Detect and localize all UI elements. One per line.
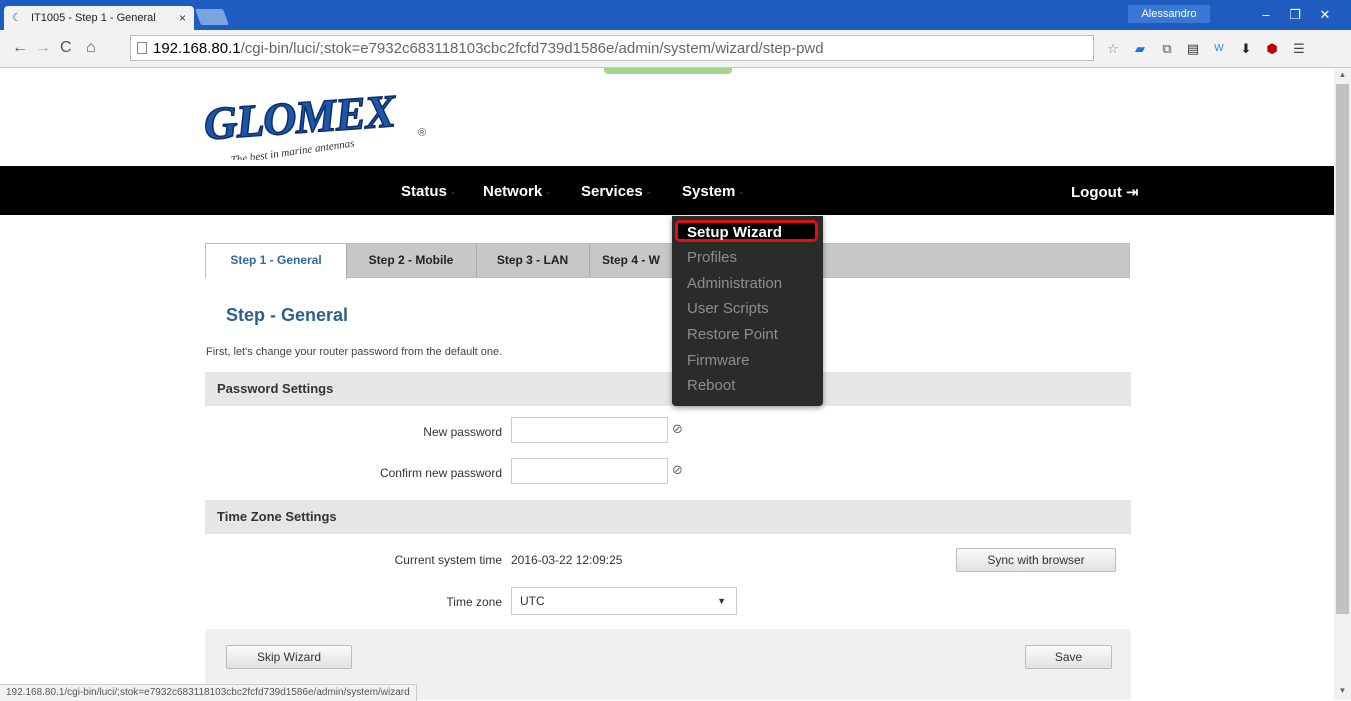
nav-network[interactable]: Network - (483, 183, 550, 200)
menu-item-administration[interactable]: Administration (687, 275, 782, 292)
download-icon[interactable]: ⬇ (1237, 40, 1255, 58)
extension-icon[interactable]: ▤ (1184, 40, 1202, 58)
timezone-select[interactable]: UTC ▼ (511, 587, 737, 615)
current-time-label: Current system time (394, 553, 502, 567)
logout-link[interactable]: Logout ⇥ (1071, 183, 1139, 201)
minimize-icon[interactable]: – (1251, 6, 1281, 24)
restore-icon[interactable]: ❐ (1280, 6, 1310, 24)
home-icon[interactable]: ⌂ (86, 39, 96, 57)
new-password-field[interactable] (511, 417, 668, 443)
forward-icon[interactable]: → (35, 39, 51, 57)
page-title: Step - General (226, 305, 349, 325)
confirm-password-field[interactable] (511, 458, 668, 484)
tab-step-1[interactable]: Step 1 - General (206, 244, 347, 279)
system-dropdown-menu: Setup Wizard Profiles Administration Use… (672, 216, 823, 406)
svg-text:®: ® (418, 127, 426, 139)
menu-item-user-scripts[interactable]: User Scripts (687, 300, 769, 317)
scroll-down-icon[interactable]: ▼ (1334, 686, 1351, 695)
page-scrollbar[interactable]: ▲ ▼ (1334, 68, 1351, 700)
reload-icon[interactable]: C (60, 39, 72, 57)
tab-close-icon[interactable]: × (179, 11, 186, 25)
tab-step-3[interactable]: Step 3 - LAN (476, 244, 590, 277)
tab-step-4[interactable]: Step 4 - W (589, 244, 673, 277)
timezone-section-header: Time Zone Settings (205, 500, 1131, 534)
password-section-header: Password Settings (205, 372, 1131, 406)
current-time-value: 2016-03-22 12:09:25 (511, 553, 623, 567)
sync-with-browser-button[interactable]: Sync with browser (956, 548, 1116, 572)
tab-step-2[interactable]: Step 2 - Mobile (346, 244, 477, 277)
address-bar[interactable]: 192.168.80.1 /cgi-bin/luci/;stok=e7932c6… (130, 35, 1094, 61)
scrollbar-thumb[interactable] (1336, 84, 1349, 614)
browser-status-url: 192.168.80.1/cgi-bin/luci/;stok=e7932c68… (0, 684, 417, 701)
nav-services[interactable]: Services - (581, 183, 651, 200)
nav-status[interactable]: Status - (401, 183, 455, 200)
extension-icon[interactable]: ▰ (1131, 40, 1149, 58)
eye-slash-icon[interactable]: ⊘ (672, 421, 683, 437)
menu-item-profiles[interactable]: Profiles (687, 249, 737, 266)
menu-icon[interactable]: ☰ (1290, 40, 1308, 58)
skip-wizard-button[interactable]: Skip Wizard (226, 645, 352, 669)
main-navbar: Status - Network - Services - System - Logou… (0, 166, 1334, 215)
ublock-icon[interactable]: ⬢ (1263, 40, 1281, 58)
logout-icon: ⇥ (1125, 184, 1139, 201)
svg-text:GLOMEX: GLOMEX (202, 85, 398, 149)
close-window-icon[interactable]: ✕ (1310, 6, 1340, 24)
menu-item-firmware[interactable]: Firmware (687, 352, 750, 369)
new-tab-button[interactable] (195, 9, 229, 25)
tab-title: IT1005 - Step 1 - General (31, 12, 156, 24)
url-path: /cgi-bin/luci/;stok=e7932c683118103cbc2f… (240, 39, 824, 57)
extension-icon[interactable]: W (1210, 40, 1228, 58)
nav-system[interactable]: System - (682, 183, 743, 200)
save-button[interactable]: Save (1025, 645, 1112, 669)
browser-titlebar: ☾ IT1005 - Step 1 - General × Alessandro… (0, 0, 1351, 30)
extension-icon[interactable]: ⧉ (1158, 40, 1176, 58)
notification-tab (604, 68, 732, 74)
bookmark-star-icon[interactable]: ☆ (1104, 40, 1122, 58)
menu-item-reboot[interactable]: Reboot (687, 377, 735, 394)
scroll-up-icon[interactable]: ▲ (1334, 70, 1351, 79)
timezone-label: Time zone (446, 595, 502, 609)
new-password-label: New password (423, 425, 502, 439)
menu-item-setup-wizard[interactable]: Setup Wizard (687, 224, 782, 241)
glomex-logo: GLOMEX The best in marine antennas ® (200, 80, 440, 166)
chevron-down-icon: ▼ (717, 596, 726, 606)
eye-slash-icon[interactable]: ⊘ (672, 462, 683, 478)
site-favicon: ☾ (12, 12, 22, 24)
wizard-steps: Step 1 - General Step 2 - Mobile Step 3 … (205, 243, 1130, 279)
intro-text: First, let's change your router password… (206, 346, 503, 358)
browser-tab[interactable]: ☾ IT1005 - Step 1 - General × (4, 6, 194, 30)
browser-toolbar: ← → C ⌂ 192.168.80.1 /cgi-bin/luci/;stok… (0, 30, 1351, 68)
confirm-password-label: Confirm new password (379, 466, 502, 480)
menu-item-restore-point[interactable]: Restore Point (687, 326, 778, 343)
back-icon[interactable]: ← (12, 39, 28, 57)
url-host: 192.168.80.1 (153, 39, 241, 57)
page-icon (137, 42, 147, 54)
profile-user-badge[interactable]: Alessandro (1128, 5, 1210, 23)
